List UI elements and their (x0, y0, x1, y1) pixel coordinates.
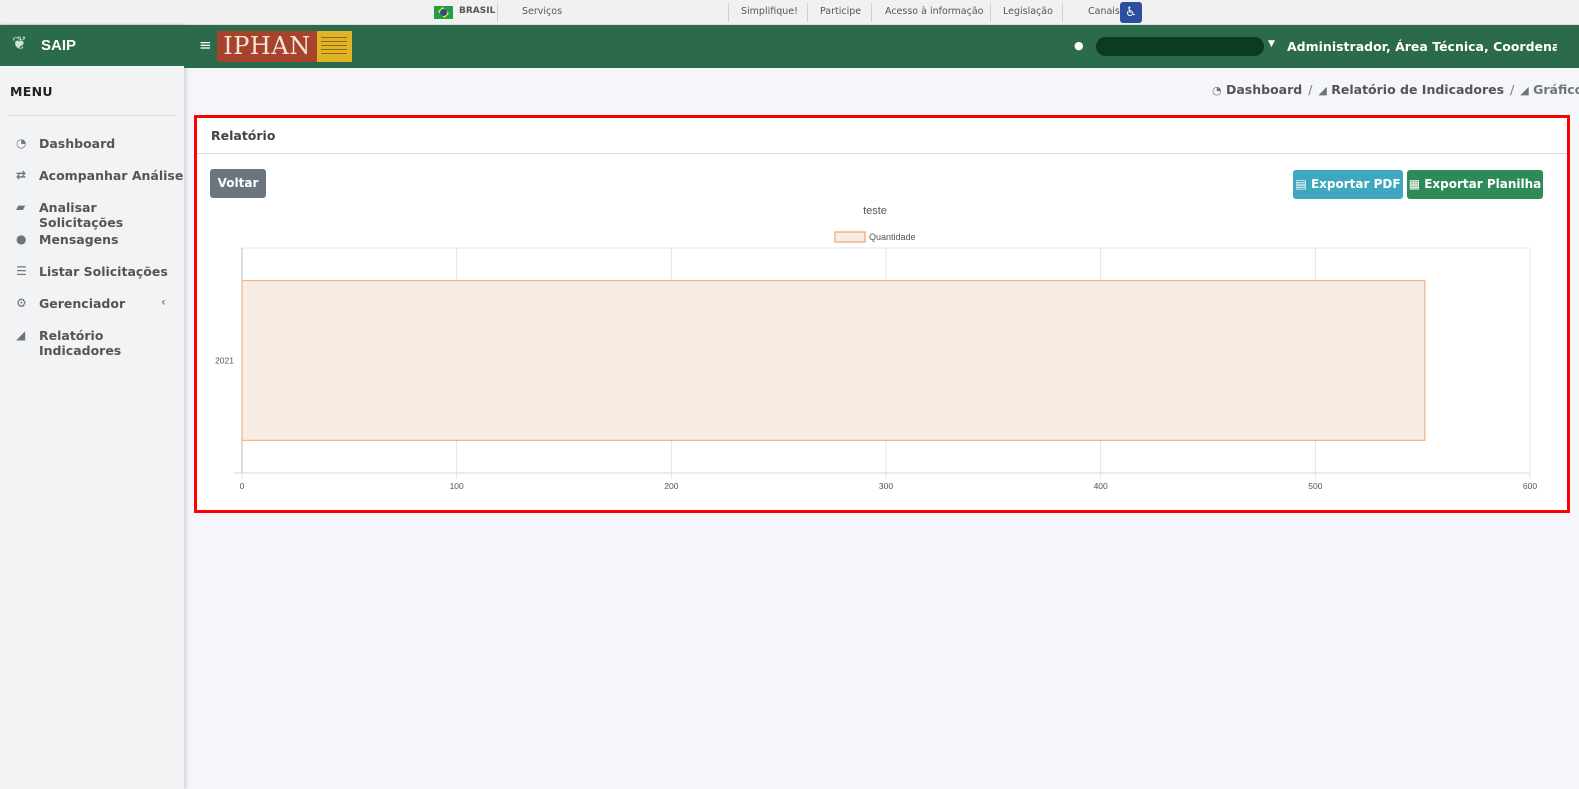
user-role[interactable]: Administrador, Área Técnica, Coordenação… (1287, 39, 1557, 54)
gov-link-servicos[interactable]: Serviços (522, 6, 562, 17)
sidebar-item-listar-solicitacoes[interactable]: ☰ Listar Solicitações (0, 258, 184, 286)
iphan-logo-text: IPHAN (217, 31, 317, 62)
iphan-logo[interactable]: IPHAN (217, 31, 352, 62)
gov-bar: BRASIL Serviços Simplifique! Participe A… (0, 0, 1579, 25)
sidebar-item-label: Acompanhar Análise (39, 168, 184, 183)
sidebar-item-label: Relatório Indicadores (39, 328, 122, 358)
divider (728, 3, 729, 22)
dashboard-icon: ◔ (1212, 84, 1222, 97)
breadcrumb-relatorio-indicadores[interactable]: Relatório de Indicadores (1331, 82, 1504, 97)
exchange-icon: ⇄ (16, 168, 27, 182)
area-chart-icon: ◢ (1318, 84, 1327, 97)
gov-brasil-link[interactable]: BRASIL (459, 6, 495, 16)
sidebar-item-dashboard[interactable]: ◔ Dashboard (0, 130, 184, 158)
menu-title: MENU (10, 84, 53, 99)
legend-label: Quantidade (869, 232, 916, 242)
sidebar-item-label: Mensagens (39, 232, 119, 247)
sidebar-item-mensagens[interactable]: ● Mensagens (0, 226, 184, 254)
chat-icon[interactable]: ● (1074, 39, 1084, 52)
sidebar: ❦ SAIP MENU ◔ Dashboard ⇄ Acompanhar Aná… (0, 25, 184, 789)
sidebar-item-label: Dashboard (39, 136, 116, 151)
brand[interactable]: ❦ SAIP (0, 25, 184, 66)
legend-swatch (834, 231, 866, 243)
divider (871, 3, 872, 22)
x-tick-label: 400 (1094, 481, 1108, 491)
list-icon: ☰ (16, 264, 27, 278)
comments-icon: ● (16, 232, 27, 246)
divider (1062, 3, 1063, 22)
x-tick-label: 200 (664, 481, 678, 491)
bar (241, 280, 1426, 441)
sidebar-item-gerenciador[interactable]: ⚙ Gerenciador ‹ (0, 290, 184, 318)
x-tick-label: 600 (1523, 481, 1537, 491)
area-chart-icon: ◢ (1520, 84, 1529, 97)
y-category-label: 2021 (215, 356, 234, 366)
bar-chart: teste Quantidade 0 100 200 300 400 500 600 2021 (215, 205, 1537, 491)
divider (497, 3, 498, 22)
x-tick-label: 0 (240, 481, 245, 491)
gov-link-participe[interactable]: Participe (820, 6, 861, 17)
gov-link-legislacao[interactable]: Legislação (1003, 6, 1053, 17)
x-tick-label: 500 (1308, 481, 1322, 491)
iphan-logo-emblem (317, 31, 352, 62)
brazil-flag-icon (434, 6, 453, 19)
sidebar-item-label: Gerenciador (39, 296, 126, 311)
sidebar-item-label: Listar Solicitações (39, 264, 168, 279)
divider (807, 3, 808, 22)
x-tick-label: 100 (450, 481, 464, 491)
breadcrumb: ◔ Dashboard / ◢ Relatório de Indicadores / ◢… (1212, 82, 1579, 97)
area-chart-icon: ◢ (16, 328, 26, 342)
caret-down-icon[interactable]: ▼ (1268, 39, 1275, 49)
hamburger-menu-icon[interactable]: ≡ (199, 36, 212, 54)
gov-link-simplifique[interactable]: Simplifique! (741, 6, 798, 17)
x-tick-label: 300 (879, 481, 893, 491)
report-card: Relatório Voltar ▤ Exportar PDF ▦ Export… (197, 118, 1567, 510)
brand-name: SAIP (41, 37, 77, 54)
divider (990, 3, 991, 22)
breadcrumb-separator: / (1510, 82, 1515, 97)
cogs-icon: ⚙ (16, 296, 27, 310)
sidebar-item-analisar-solicitacoes[interactable]: ▰ Analisar Solicitações (0, 194, 184, 230)
chart-title: teste (863, 205, 887, 217)
leaf-logo-icon: ❦ (12, 33, 28, 54)
top-navbar: ≡ IPHAN ● ▼ Administrador, Área Técnica,… (184, 25, 1579, 68)
accessibility-icon[interactable]: ♿ (1120, 2, 1142, 23)
sidebar-item-acompanhar-analise[interactable]: ⇄ Acompanhar Análise (0, 162, 184, 190)
sidebar-item-relatorio-indicadores[interactable]: ◢ Relatório Indicadores (0, 322, 184, 358)
breadcrumb-dashboard[interactable]: Dashboard (1226, 82, 1302, 97)
dashboard-icon: ◔ (16, 136, 27, 150)
breadcrumb-grafico: Gráfico (1533, 82, 1579, 97)
book-icon: ▰ (16, 200, 26, 214)
gov-link-acesso-informacao[interactable]: Acesso à informação (885, 6, 983, 17)
gov-link-canais[interactable]: Canais (1088, 6, 1120, 17)
user-name-redacted[interactable] (1096, 37, 1264, 56)
breadcrumb-separator: / (1308, 82, 1313, 97)
chevron-left-icon: ‹ (161, 295, 166, 309)
menu-divider (8, 115, 176, 116)
